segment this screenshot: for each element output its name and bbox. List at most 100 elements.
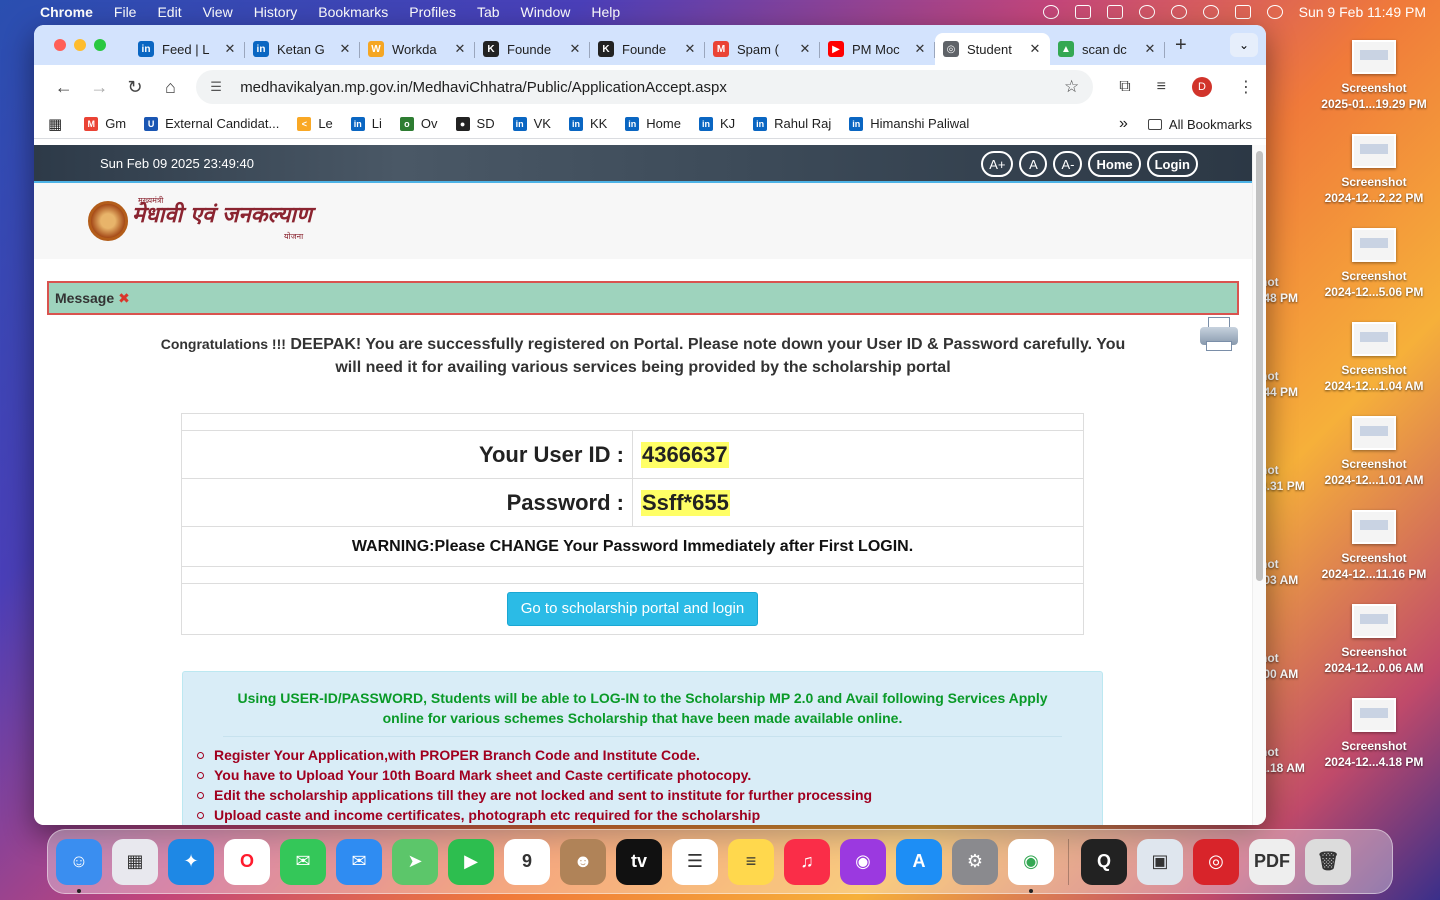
desktop-file-icon[interactable]: Screenshot 2024-12...11.16 PM: [1314, 510, 1434, 582]
page-scrollbar[interactable]: [1252, 145, 1266, 825]
tab-5[interactable]: M Spam (✕: [705, 33, 820, 65]
user-icon[interactable]: [1170, 5, 1187, 19]
bookmark-8[interactable]: in Home: [625, 116, 681, 131]
maps-icon[interactable]: ➤: [392, 838, 438, 885]
desktop-file-icon[interactable]: Screenshot 2024-12...1.01 AM: [1314, 416, 1434, 488]
tab-2[interactable]: W Workda ✕: [360, 33, 475, 65]
menu-tab[interactable]: Tab: [477, 4, 500, 20]
menubar-clock[interactable]: Sun 9 Feb 11:49 PM: [1299, 4, 1426, 20]
apps-grid-icon[interactable]: ▦: [48, 115, 62, 133]
music-icon[interactable]: ♫: [784, 838, 830, 885]
profile-avatar[interactable]: D: [1191, 77, 1212, 97]
menu-profiles[interactable]: Profiles: [409, 4, 456, 20]
bookmark-6[interactable]: in VK: [512, 116, 551, 131]
mail-icon[interactable]: ✉: [336, 838, 382, 885]
bookmark-11[interactable]: in Himanshi Paliwal: [849, 116, 969, 131]
desktop-file-icon[interactable]: Screenshot 2024-12...0.06 AM: [1314, 604, 1434, 676]
launchpad-icon[interactable]: ▦: [112, 838, 158, 885]
tab-close-icon[interactable]: ✕: [798, 41, 812, 57]
bookmark-2[interactable]: < Le: [297, 116, 333, 131]
go-to-portal-button[interactable]: Go to scholarship portal and login: [506, 592, 759, 626]
link-icon[interactable]: [1138, 5, 1155, 19]
app-store-icon[interactable]: A: [896, 838, 942, 885]
bookmark-10[interactable]: in Rahul Raj: [753, 116, 831, 131]
contacts-icon[interactable]: ☻: [560, 838, 606, 885]
zoom-window-button[interactable]: [94, 39, 106, 51]
bookmark-0[interactable]: M Gm: [84, 116, 126, 131]
tab-search-chevron-icon[interactable]: ⌄: [1230, 33, 1258, 57]
new-tab-button[interactable]: +: [1175, 34, 1187, 57]
site-home-button[interactable]: Home: [1088, 151, 1141, 177]
opera-icon[interactable]: O: [224, 838, 270, 885]
tab-close-icon[interactable]: ✕: [913, 41, 927, 57]
site-info-icon[interactable]: ☰: [210, 79, 230, 95]
tab-close-icon[interactable]: ✕: [338, 41, 352, 57]
extensions-icon[interactable]: ⧉: [1119, 78, 1130, 96]
home-button[interactable]: ⌂: [153, 77, 189, 98]
photo-booth-icon[interactable]: ◎: [1193, 838, 1239, 885]
tab-close-icon[interactable]: ✕: [1028, 41, 1042, 57]
tab-1[interactable]: in Ketan G ✕: [245, 33, 360, 65]
tab-close-icon[interactable]: ✕: [223, 41, 237, 57]
messages-icon[interactable]: ✉: [280, 838, 326, 885]
chrome-menu-icon[interactable]: ⋮: [1238, 77, 1254, 97]
screen-record-icon[interactable]: [1042, 5, 1059, 19]
tab-0[interactable]: in Feed | L ✕: [130, 33, 245, 65]
tab-close-icon[interactable]: ✕: [683, 41, 697, 57]
battery-icon[interactable]: [1106, 5, 1123, 19]
notes-icon[interactable]: ≡: [728, 838, 774, 885]
siri-icon[interactable]: [1266, 5, 1283, 19]
print-icon[interactable]: [1200, 317, 1238, 353]
bookmark-7[interactable]: in KK: [568, 116, 607, 131]
desktop-file-icon[interactable]: Screenshot 2025-01...19.29 PM: [1314, 40, 1434, 112]
menu-view[interactable]: View: [203, 4, 233, 20]
chrome-icon[interactable]: ◉: [1008, 838, 1054, 893]
site-login-button[interactable]: Login: [1146, 151, 1198, 177]
safari-icon[interactable]: ✦: [168, 838, 214, 885]
tab-close-icon[interactable]: ✕: [453, 41, 467, 57]
more-bookmarks-chevron-icon[interactable]: »: [1119, 115, 1128, 133]
tab-close-icon[interactable]: ✕: [568, 41, 582, 57]
tab-3[interactable]: K Founde ✕: [475, 33, 590, 65]
menu-file[interactable]: File: [114, 4, 137, 20]
tab-4[interactable]: K Founde ✕: [590, 33, 705, 65]
menu-window[interactable]: Window: [521, 4, 571, 20]
tab-6[interactable]: ▶ PM Moc ✕: [820, 33, 935, 65]
finder-icon[interactable]: ☺: [56, 838, 102, 893]
url-text[interactable]: medhavikalyan.mp.gov.in/MedhaviChhatra/P…: [240, 79, 1064, 96]
scrollbar-thumb[interactable]: [1256, 151, 1263, 581]
preview-icon[interactable]: ▣: [1137, 838, 1183, 885]
font-increase-button[interactable]: A+: [981, 151, 1014, 177]
quicktime-icon[interactable]: Q: [1081, 838, 1127, 885]
tab-close-icon[interactable]: ✕: [1143, 41, 1157, 57]
desktop-file-icon[interactable]: Screenshot 2024-12...4.18 PM: [1314, 698, 1434, 770]
reminders-icon[interactable]: ☰: [672, 838, 718, 885]
font-decrease-button[interactable]: A-: [1053, 151, 1083, 177]
desktop-file-icon[interactable]: Screenshot 2024-12...5.06 PM: [1314, 228, 1434, 300]
forward-button[interactable]: →: [82, 77, 118, 98]
vpn-icon[interactable]: [1074, 5, 1091, 19]
back-button[interactable]: ←: [46, 77, 82, 98]
calendar-icon[interactable]: 9: [504, 838, 550, 885]
tab-8[interactable]: ▲ scan dc ✕: [1050, 33, 1165, 65]
bookmark-9[interactable]: in KJ: [698, 116, 735, 131]
bookmark-3[interactable]: in Li: [350, 116, 382, 131]
bookmark-star-icon[interactable]: ☆: [1064, 77, 1079, 97]
menu-bookmarks[interactable]: Bookmarks: [318, 4, 388, 20]
all-bookmarks-folder[interactable]: All Bookmarks: [1147, 117, 1252, 132]
media-controls-icon[interactable]: ≡: [1157, 78, 1166, 96]
menu-history[interactable]: History: [254, 4, 298, 20]
close-message-icon[interactable]: ✖: [118, 290, 130, 307]
close-window-button[interactable]: [54, 39, 66, 51]
address-bar[interactable]: ☰ medhavikalyan.mp.gov.in/MedhaviChhatra…: [196, 70, 1094, 104]
scheme-logo[interactable]: मेधावी एवं जनकल्याण: [132, 199, 312, 229]
trash-icon[interactable]: 🗑: [1305, 838, 1351, 885]
desktop-file-icon[interactable]: Screenshot 2024-12...1.04 AM: [1314, 322, 1434, 394]
tv-icon[interactable]: tv: [616, 838, 662, 885]
system-settings-icon[interactable]: ⚙: [952, 838, 998, 885]
podcasts-icon[interactable]: ◉: [840, 838, 886, 885]
minimize-window-button[interactable]: [74, 39, 86, 51]
control-center-icon[interactable]: [1234, 5, 1251, 19]
reload-button[interactable]: ↻: [117, 77, 153, 98]
menu-edit[interactable]: Edit: [157, 4, 181, 20]
